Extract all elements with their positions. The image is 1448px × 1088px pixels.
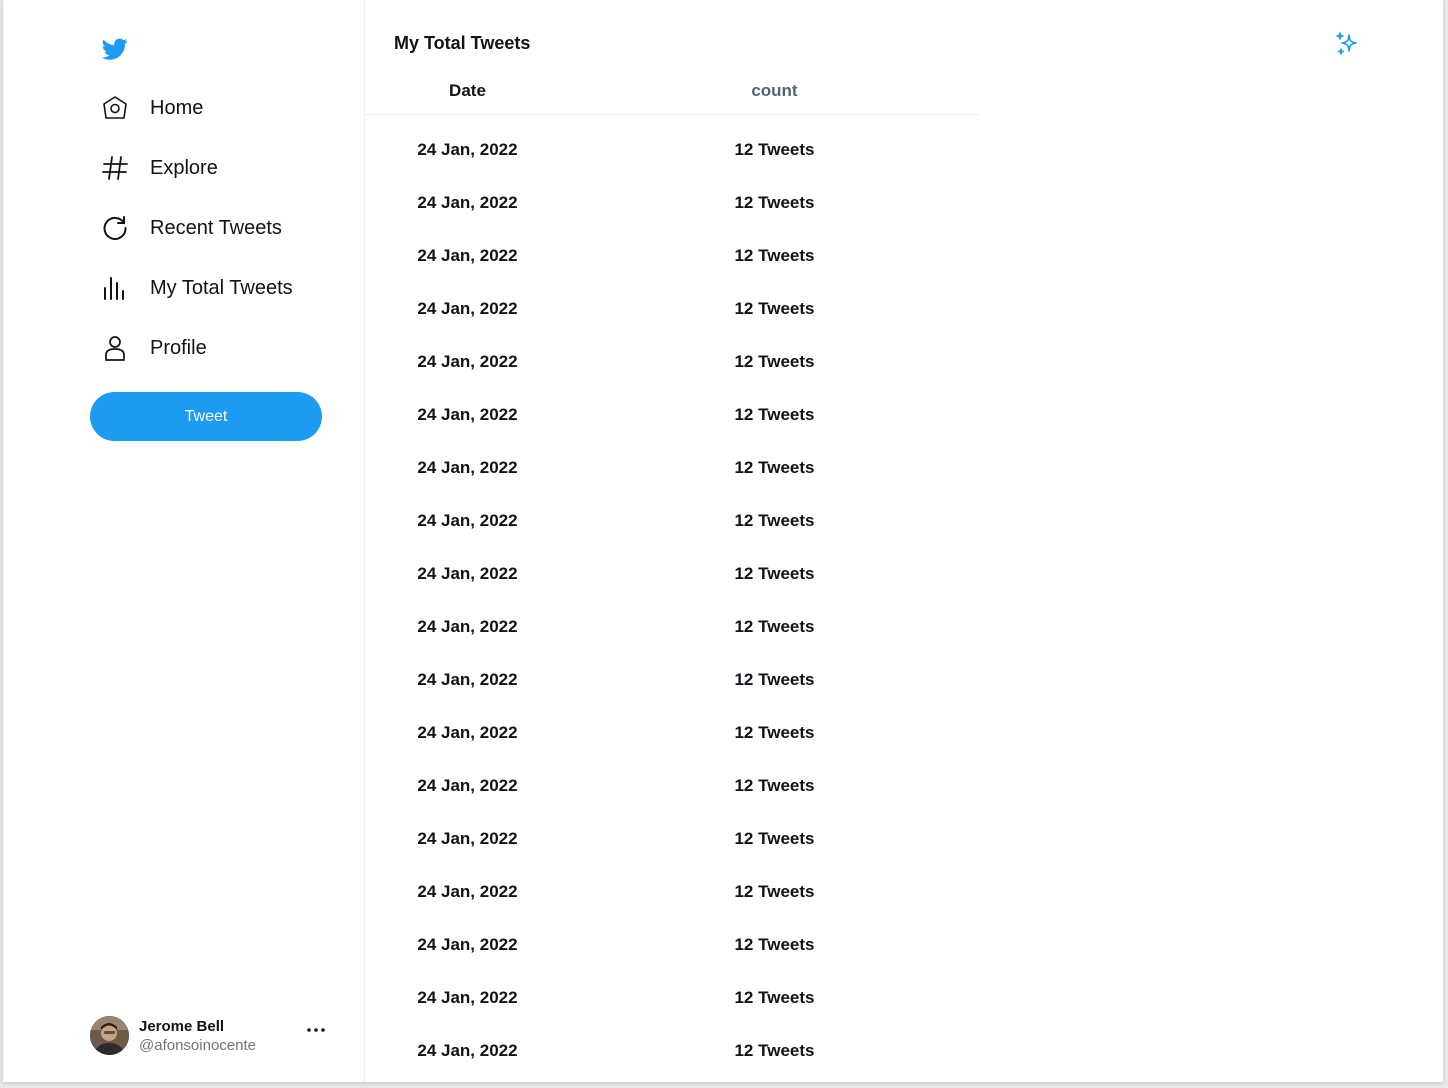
cell-date: 24 Jan, 2022 xyxy=(417,722,518,742)
cell-count: 12 Tweets xyxy=(734,351,815,371)
cell-count: 12 Tweets xyxy=(734,1040,815,1060)
cell-count: 12 Tweets xyxy=(734,510,815,530)
cell-date: 24 Jan, 2022 xyxy=(417,139,518,159)
more-options-icon[interactable] xyxy=(305,1020,327,1036)
table-row: 24 Jan, 2022 12 Tweets xyxy=(365,653,979,706)
nav-label: Home xyxy=(150,96,204,119)
table-row: 24 Jan, 2022 12 Tweets xyxy=(365,759,979,812)
cell-count: 12 Tweets xyxy=(734,828,815,848)
tweets-table: Date count 24 Jan, 2022 12 Tweets 24 Jan, … xyxy=(365,68,979,1077)
table-row: 24 Jan, 2022 12 Tweets xyxy=(365,123,979,176)
nav-label: Recent Tweets xyxy=(150,216,282,239)
nav-item-explore[interactable]: Explore xyxy=(100,138,293,198)
cell-count: 12 Tweets xyxy=(734,616,815,636)
table-row: 24 Jan, 2022 12 Tweets xyxy=(365,706,979,759)
table-row: 24 Jan, 2022 12 Tweets xyxy=(365,229,979,282)
cell-count: 12 Tweets xyxy=(734,298,815,318)
cell-count: 12 Tweets xyxy=(734,192,815,212)
cell-count: 12 Tweets xyxy=(734,245,815,265)
table-row: 24 Jan, 2022 12 Tweets xyxy=(365,600,979,653)
nav-item-profile[interactable]: Profile xyxy=(100,318,293,378)
hashtag-icon xyxy=(100,153,130,183)
person-icon xyxy=(100,333,130,363)
cell-count: 12 Tweets xyxy=(734,563,815,583)
cell-date: 24 Jan, 2022 xyxy=(417,192,518,212)
cell-date: 24 Jan, 2022 xyxy=(417,775,518,795)
column-header-count[interactable]: count xyxy=(570,81,979,101)
cell-count: 12 Tweets xyxy=(734,987,815,1007)
nav-item-home[interactable]: Home xyxy=(100,78,293,138)
bar-chart-icon xyxy=(100,273,130,303)
refresh-icon xyxy=(100,213,130,243)
cell-date: 24 Jan, 2022 xyxy=(417,351,518,371)
cell-count: 12 Tweets xyxy=(734,775,815,795)
cell-date: 24 Jan, 2022 xyxy=(417,298,518,318)
avatar xyxy=(90,1016,129,1055)
cell-count: 12 Tweets xyxy=(734,722,815,742)
nav-label: Explore xyxy=(150,156,218,179)
nav-label: Profile xyxy=(150,336,207,359)
cell-date: 24 Jan, 2022 xyxy=(417,669,518,689)
table-row: 24 Jan, 2022 12 Tweets xyxy=(365,494,979,547)
cell-date: 24 Jan, 2022 xyxy=(417,881,518,901)
table-row: 24 Jan, 2022 12 Tweets xyxy=(365,441,979,494)
table-header: Date count xyxy=(365,68,979,115)
cell-count: 12 Tweets xyxy=(734,934,815,954)
cell-date: 24 Jan, 2022 xyxy=(417,934,518,954)
cell-count: 12 Tweets xyxy=(734,404,815,424)
table-row: 24 Jan, 2022 12 Tweets xyxy=(365,812,979,865)
main-content: My Total Tweets Date count 24 Jan, 2022 1… xyxy=(365,0,1443,1082)
twitter-bird-icon[interactable] xyxy=(100,36,130,62)
table-row: 24 Jan, 2022 12 Tweets xyxy=(365,971,979,1024)
table-row: 24 Jan, 2022 12 Tweets xyxy=(365,1024,979,1077)
table-row: 24 Jan, 2022 12 Tweets xyxy=(365,918,979,971)
cell-date: 24 Jan, 2022 xyxy=(417,828,518,848)
table-row: 24 Jan, 2022 12 Tweets xyxy=(365,388,979,441)
nav-item-my-total-tweets[interactable]: My Total Tweets xyxy=(100,258,293,318)
cell-date: 24 Jan, 2022 xyxy=(417,616,518,636)
main-nav: Home Explore Recent Tweets My Total Twee… xyxy=(100,78,293,378)
table-row: 24 Jan, 2022 12 Tweets xyxy=(365,547,979,600)
cell-date: 24 Jan, 2022 xyxy=(417,404,518,424)
account-handle: @afonsoinocente xyxy=(139,1037,256,1054)
app-window: Home Explore Recent Tweets My Total Twee… xyxy=(3,0,1443,1082)
cell-date: 24 Jan, 2022 xyxy=(417,1040,518,1060)
cell-count: 12 Tweets xyxy=(734,139,815,159)
account-name: Jerome Bell xyxy=(139,1018,225,1035)
table-row: 24 Jan, 2022 12 Tweets xyxy=(365,335,979,388)
column-header-date[interactable]: Date xyxy=(365,81,570,101)
page-title: My Total Tweets xyxy=(394,33,531,53)
sparkle-icon[interactable] xyxy=(1333,30,1361,58)
cell-date: 24 Jan, 2022 xyxy=(417,245,518,265)
nav-item-recent-tweets[interactable]: Recent Tweets xyxy=(100,198,293,258)
table-body: 24 Jan, 2022 12 Tweets 24 Jan, 2022 12 Twee… xyxy=(365,115,979,1077)
cell-date: 24 Jan, 2022 xyxy=(417,457,518,477)
account-switcher[interactable]: Jerome Bell @afonsoinocente xyxy=(90,1016,330,1056)
cell-count: 12 Tweets xyxy=(734,881,815,901)
nav-label: My Total Tweets xyxy=(150,276,293,299)
cell-date: 24 Jan, 2022 xyxy=(417,563,518,583)
home-icon xyxy=(100,93,130,123)
table-row: 24 Jan, 2022 12 Tweets xyxy=(365,282,979,335)
cell-count: 12 Tweets xyxy=(734,669,815,689)
cell-date: 24 Jan, 2022 xyxy=(417,510,518,530)
sidebar: Home Explore Recent Tweets My Total Twee… xyxy=(3,0,365,1082)
tweet-button[interactable]: Tweet xyxy=(90,392,322,441)
table-row: 24 Jan, 2022 12 Tweets xyxy=(365,176,979,229)
cell-count: 12 Tweets xyxy=(734,457,815,477)
table-row: 24 Jan, 2022 12 Tweets xyxy=(365,865,979,918)
cell-date: 24 Jan, 2022 xyxy=(417,987,518,1007)
